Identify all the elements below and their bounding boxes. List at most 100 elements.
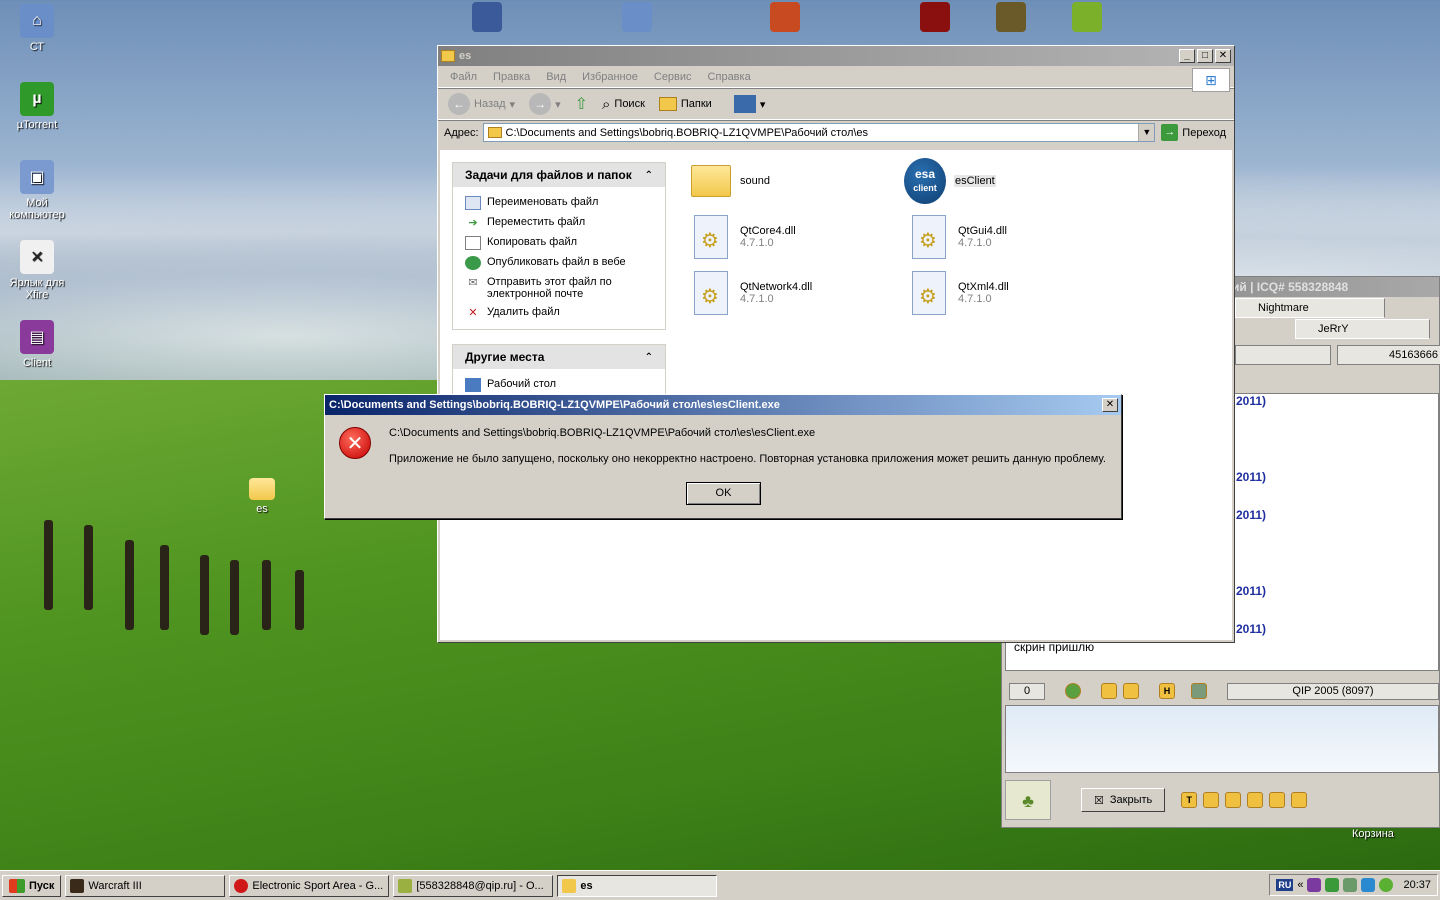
desktop-icon-utorrent[interactable]: µ µTorrent	[0, 82, 75, 131]
search-button[interactable]: ⌕ Поиск	[598, 94, 649, 115]
collapse-icon[interactable]: ⌃	[645, 170, 653, 181]
collapse-icon[interactable]: ⌃	[645, 352, 653, 363]
desktop-icon-label: µTorrent	[16, 119, 58, 131]
language-indicator[interactable]: RU	[1276, 879, 1294, 891]
dialog-titlebar[interactable]: C:\Documents and Settings\bobriq.BOBRIQ-…	[325, 395, 1121, 415]
pencil-icon[interactable]	[1291, 792, 1308, 808]
other-places-header[interactable]: Другие места ⌃	[453, 345, 665, 369]
qip-name-field	[1235, 345, 1331, 365]
place-desktop[interactable]: Рабочий стол	[465, 375, 655, 395]
task-email[interactable]: ✉ Отправить этот файл по электронной поч…	[465, 273, 655, 303]
chat-timestamp: 2011)	[1236, 584, 1267, 598]
file-tasks-header[interactable]: Задачи для файлов и папок ⌃	[453, 163, 665, 187]
qip-icon[interactable]	[1072, 2, 1102, 32]
folders-button[interactable]: Папки	[655, 95, 716, 113]
globe-icon	[465, 256, 481, 270]
windows-flag-icon	[9, 878, 25, 893]
dll-icon: ⚙	[908, 214, 950, 260]
task-delete[interactable]: ✕ Удалить файл	[465, 303, 655, 323]
address-input[interactable]: C:\Documents and Settings\bobriq.BOBRIQ-…	[482, 123, 1156, 142]
close-button[interactable]: ✕	[1102, 398, 1118, 412]
taskbar-button-label: Electronic Sport Area - G...	[252, 879, 384, 892]
minimize-button[interactable]: _	[1179, 49, 1195, 63]
file-item[interactable]: sound	[690, 156, 900, 206]
start-button[interactable]: Пуск	[2, 874, 62, 897]
clock[interactable]: 20:37	[1403, 879, 1431, 891]
tray-app-icon[interactable]	[1361, 878, 1376, 892]
save-icon[interactable]	[1191, 683, 1207, 699]
taskbar-button-warcraft[interactable]: Warcraft III	[65, 874, 226, 897]
garena-icon[interactable]	[920, 2, 950, 32]
system-tray: RU « 20:37	[1269, 874, 1438, 896]
quote-icon[interactable]	[1269, 792, 1286, 808]
maximize-button[interactable]: □	[1197, 49, 1213, 63]
tray-app-icon[interactable]	[1307, 878, 1322, 892]
smiles-icon[interactable]	[1203, 792, 1220, 808]
tray-app-icon[interactable]	[1343, 878, 1358, 892]
file-item[interactable]: ⚙ QtCore4.dll 4.7.1.0	[690, 212, 900, 262]
desktop-icon-client[interactable]: ▤ Client	[0, 320, 75, 369]
translit-icon[interactable]	[1225, 792, 1242, 808]
send-file-icon[interactable]	[1247, 792, 1264, 808]
qip-message-input[interactable]	[1005, 705, 1439, 773]
chevron-down-icon: ▾	[759, 98, 766, 111]
back-arrow-icon: ←	[448, 93, 470, 115]
task-copy[interactable]: Копировать файл	[465, 233, 655, 253]
task-publish[interactable]: Опубликовать файл в вебе	[465, 253, 655, 273]
tray-app-icon[interactable]	[1325, 878, 1340, 892]
folders-icon	[658, 97, 677, 111]
taskbar-button-opera[interactable]: Electronic Sport Area - G...	[229, 874, 390, 897]
file-item[interactable]: ⚙ QtNetwork4.dll 4.7.1.0	[690, 268, 900, 318]
qip-icon	[398, 878, 413, 893]
desktop-icon-st[interactable]: ⌂ СТ	[0, 4, 75, 53]
explorer-titlebar[interactable]: es _ □ ✕	[438, 46, 1234, 66]
menu-favorites[interactable]: Избранное	[574, 71, 646, 83]
quote-icon[interactable]	[1101, 683, 1117, 699]
qip-close-button[interactable]: ☒ Закрыть	[1081, 788, 1166, 812]
text-format-icon[interactable]: T	[1181, 792, 1198, 808]
history-icon[interactable]	[1123, 683, 1139, 699]
recycle-bin-label[interactable]: Корзина	[1352, 828, 1394, 840]
menu-tools[interactable]: Сервис	[646, 71, 700, 83]
back-button[interactable]: ← Назад ▾	[444, 91, 519, 117]
forward-button[interactable]: → ▾	[525, 91, 565, 117]
standard-toolbar: ← Назад ▾ → ▾ ⇧ ⌕ Поиск Папки ▾	[438, 88, 1234, 120]
taskbar-button-qip[interactable]: [558328848@qip.ru] - О...	[393, 874, 554, 897]
file-name: QtNetwork4.dll	[740, 281, 813, 293]
network-icon[interactable]	[622, 2, 652, 32]
qip-tab-nightmare[interactable]: Nightmare	[1235, 298, 1385, 318]
smiley-icon[interactable]	[1065, 683, 1081, 699]
go-button[interactable]: → Переход	[1159, 124, 1234, 141]
file-item[interactable]: ⚙ QtXml4.dll 4.7.1.0	[908, 268, 1118, 318]
desktop-icon-label: Мой компьютер	[9, 197, 65, 221]
desktop-icon-xfire[interactable]: ✕ Ярлык для Xfire	[0, 240, 75, 301]
fence-post	[160, 545, 169, 630]
game-icon[interactable]	[770, 2, 800, 32]
taskbar-button-es[interactable]: es	[557, 874, 718, 897]
close-button[interactable]: ✕	[1215, 49, 1231, 63]
menu-help[interactable]: Справка	[700, 71, 759, 83]
file-item[interactable]: esa client esClient	[904, 156, 1114, 206]
dialog-message: Приложение не было запущено, поскольку о…	[389, 453, 1106, 465]
qip-tab-jerry[interactable]: JeRrY	[1295, 319, 1430, 339]
file-item[interactable]: ⚙ QtGui4.dll 4.7.1.0	[908, 212, 1118, 262]
ok-button[interactable]: OK	[686, 482, 761, 505]
icq-icon[interactable]	[996, 2, 1026, 32]
desktop-icon-es-folder[interactable]: es	[224, 478, 300, 515]
address-dropdown-button[interactable]: ▼	[1138, 124, 1155, 141]
up-button[interactable]: ⇧	[571, 92, 592, 116]
views-button[interactable]: ▾	[730, 93, 770, 115]
fence-post	[125, 540, 134, 630]
menu-view[interactable]: Вид	[538, 71, 574, 83]
tray-app-icon[interactable]	[1379, 878, 1394, 892]
history-h-icon[interactable]: H	[1159, 683, 1175, 699]
task-move[interactable]: ➔ Переместить файл	[465, 213, 655, 233]
desktop-icon-my-computer[interactable]: ▣ Мой компьютер	[0, 160, 75, 221]
task-rename[interactable]: Переименовать файл	[465, 193, 655, 213]
kmplayer-icon[interactable]	[472, 2, 502, 32]
menu-file[interactable]: Файл	[442, 71, 485, 83]
taskbar-button-label: [558328848@qip.ru] - О...	[416, 879, 544, 892]
file-name: QtXml4.dll	[958, 281, 1009, 293]
menu-edit[interactable]: Правка	[485, 71, 538, 83]
tray-expand-icon[interactable]: «	[1297, 879, 1303, 891]
